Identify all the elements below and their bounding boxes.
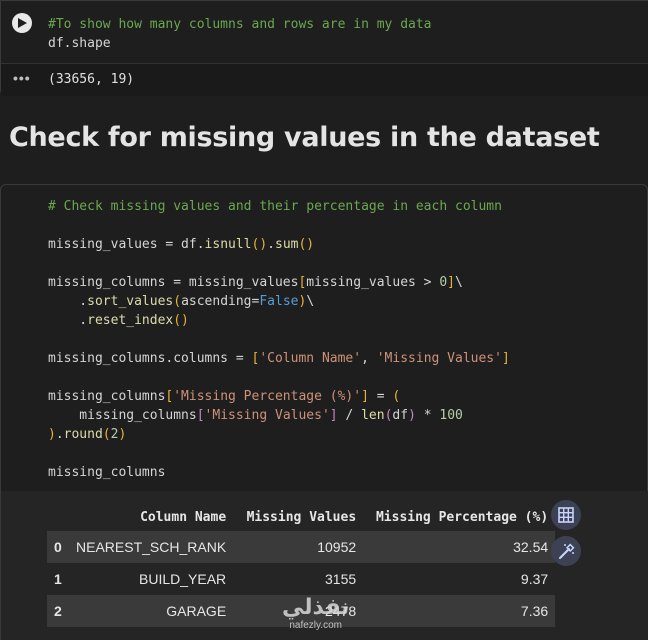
cell-missing-values: 3155 <box>325 571 357 587</box>
table-icon <box>558 507 574 523</box>
watermark-arabic: نفذلي <box>282 595 350 620</box>
cell-missing-percentage: 9.37 <box>520 571 549 587</box>
output-text: (33656, 19) <box>48 72 135 87</box>
code-editor[interactable]: #To show how many columns and rows are i… <box>1 1 648 63</box>
code-line: df.shape <box>48 36 111 51</box>
row-index: 2 <box>54 603 62 619</box>
code-text[interactable]: #To show how many columns and rows are i… <box>48 15 432 53</box>
code-line: .sort_values(ascending=False)\ <box>48 294 315 309</box>
code-cell-shape[interactable]: #To show how many columns and rows are i… <box>0 0 648 96</box>
code-text[interactable]: # Check missing values and their percent… <box>48 197 510 482</box>
more-horiz-icon[interactable]: ••• <box>13 70 31 86</box>
play-icon <box>18 18 27 28</box>
section-heading: Check for missing values in the dataset <box>9 122 600 153</box>
table-header-missing-percentage: Missing Percentage (%) <box>375 509 549 525</box>
code-line: ).round(2) <box>48 427 127 442</box>
code-comment: # Check missing values and their percent… <box>48 199 502 214</box>
watermark-latin: nafezly.com <box>289 620 342 631</box>
cell-missing-percentage: 32.54 <box>513 539 549 555</box>
row-index: 1 <box>54 571 62 587</box>
run-cell-button[interactable] <box>12 13 32 33</box>
magic-wand-icon <box>559 543 575 559</box>
code-line: missing_columns['Missing Percentage (%)'… <box>48 389 401 404</box>
table-row: 0 NEAREST_SCH_RANK 10952 32.54 <box>47 531 556 563</box>
code-line: missing_columns <box>48 465 166 480</box>
cell-column-name: GARAGE <box>166 603 227 619</box>
cell-missing-values: 10952 <box>317 539 357 555</box>
cell-column-name: BUILD_YEAR <box>139 571 227 587</box>
table-header-row: Column Name Missing Values Missing Perce… <box>47 503 555 531</box>
table-header-missing-values: Missing Values <box>246 509 357 525</box>
code-line: missing_values = df.isnull().sum() <box>48 237 315 252</box>
table-header-column-name: Column Name <box>140 509 227 525</box>
code-line: missing_columns.columns = ['Column Name'… <box>48 351 510 366</box>
cell-missing-percentage: 7.36 <box>520 603 549 619</box>
cell-column-name: NEAREST_SCH_RANK <box>76 539 227 555</box>
table-row: 1 BUILD_YEAR 3155 9.37 <box>47 563 555 595</box>
table-header-index <box>47 503 69 531</box>
row-index: 0 <box>54 539 62 555</box>
watermark-logo: نفذلي nafezly.com <box>282 596 349 632</box>
cell-output: ••• (33656, 19) <box>1 63 648 96</box>
code-line: missing_columns['Missing Values'] / len(… <box>48 408 463 423</box>
convert-to-interactive-table-button[interactable] <box>551 500 581 530</box>
code-line: missing_columns = missing_values[missing… <box>48 275 463 290</box>
code-comment: #To show how many columns and rows are i… <box>48 17 432 32</box>
code-line: .reset_index() <box>48 313 189 328</box>
code-cell-missing-values[interactable]: # Check missing values and their percent… <box>0 184 648 640</box>
suggest-chart-button[interactable] <box>551 536 581 566</box>
